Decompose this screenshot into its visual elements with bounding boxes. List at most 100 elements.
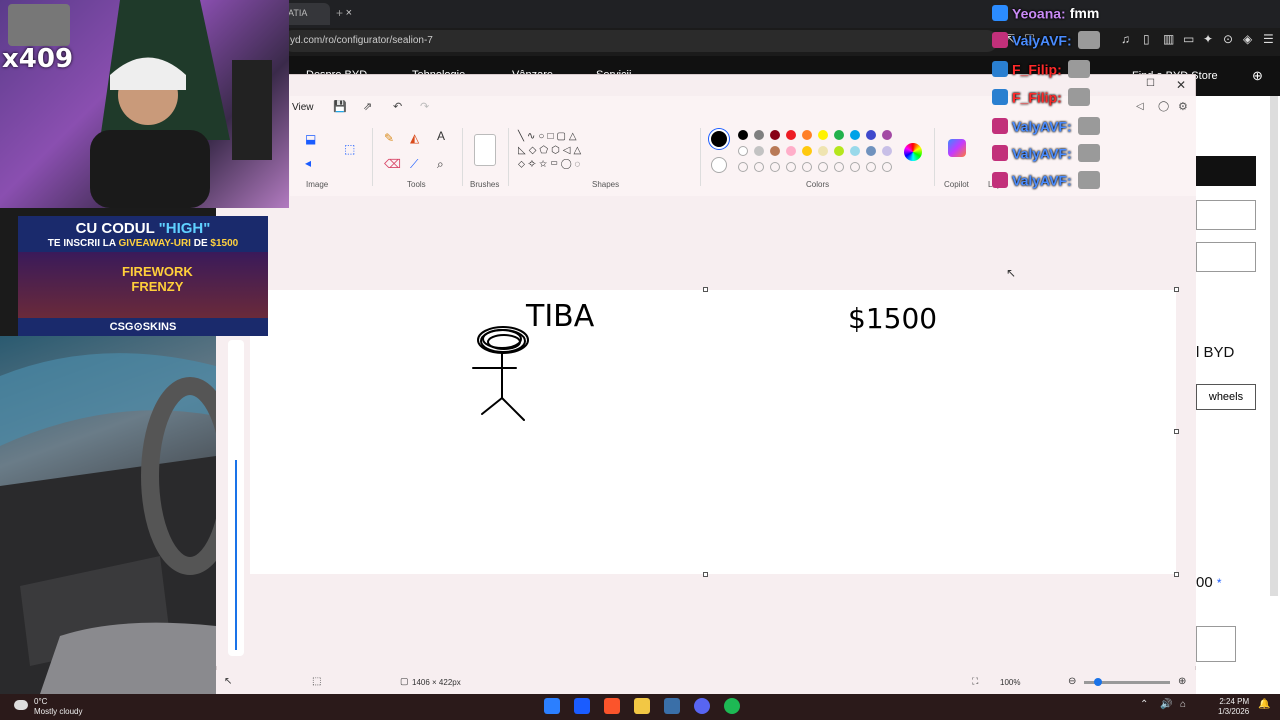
menu-icon[interactable]: ☰: [1263, 32, 1274, 46]
color-swatch[interactable]: [866, 130, 876, 140]
pencil-icon[interactable]: ✎: [384, 131, 394, 145]
bookmark-icon[interactable]: ▯: [1143, 32, 1150, 46]
color-swatch[interactable]: [786, 146, 796, 156]
site-option-box[interactable]: [1196, 200, 1256, 230]
eraser-icon[interactable]: ⌫: [384, 157, 401, 171]
drawing-canvas[interactable]: TIBA $1500: [250, 290, 1176, 574]
steam-icon[interactable]: [664, 698, 680, 714]
color-swatch[interactable]: [834, 130, 844, 140]
start-icon[interactable]: [544, 698, 560, 714]
color-swatch[interactable]: [738, 146, 748, 156]
share-icon[interactable]: ⇗: [363, 100, 372, 113]
extensions-icon[interactable]: ✦: [1203, 32, 1213, 46]
custom-color-slot[interactable]: [754, 162, 764, 172]
color-swatch[interactable]: [738, 130, 748, 140]
text-icon[interactable]: A: [437, 129, 445, 143]
color-swatch[interactable]: [770, 130, 780, 140]
volume-icon[interactable]: 🔊: [1160, 699, 1172, 710]
color-swatch[interactable]: [818, 146, 828, 156]
resize-handle[interactable]: [703, 572, 708, 577]
sidebar-icon[interactable]: ▥: [1163, 32, 1174, 46]
feedback-icon[interactable]: ◁: [1136, 101, 1144, 112]
notifications-icon[interactable]: 🔔: [1258, 699, 1270, 710]
resize-handle[interactable]: [1174, 429, 1179, 434]
save-icon[interactable]: 💾: [333, 100, 347, 113]
rotate-icon[interactable]: ◂: [305, 156, 311, 170]
taskbar-app-icon[interactable]: [574, 698, 590, 714]
settings-icon[interactable]: ⚙: [1178, 100, 1188, 113]
wheels-button[interactable]: wheels: [1196, 384, 1256, 410]
wallet-icon[interactable]: ▭: [1183, 32, 1194, 46]
tab-close-icon[interactable]: ×: [346, 7, 352, 19]
network-icon[interactable]: ⌂: [1180, 699, 1186, 710]
brave-icon[interactable]: [604, 698, 620, 714]
resize-handle[interactable]: [703, 287, 708, 292]
color-swatch[interactable]: [802, 146, 812, 156]
site-input-box[interactable]: [1196, 626, 1236, 662]
secondary-color[interactable]: [711, 157, 727, 173]
tray-chevron-icon[interactable]: ⌃: [1140, 699, 1148, 710]
redo-icon[interactable]: ↷: [420, 100, 429, 113]
promo-highlight: GIVEAWAY-URI: [118, 238, 191, 249]
address-bar[interactable]: yd.com/ro/configurator/sealion-7: [282, 30, 998, 52]
close-icon[interactable]: ✕: [1176, 78, 1186, 92]
brush-size-slider[interactable]: [228, 340, 244, 656]
crop-icon[interactable]: ⬚: [344, 142, 355, 156]
resize-handle[interactable]: [1174, 287, 1179, 292]
custom-color-slot[interactable]: [786, 162, 796, 172]
color-swatch[interactable]: [754, 146, 764, 156]
color-swatch[interactable]: [770, 146, 780, 156]
color-swatch[interactable]: [802, 130, 812, 140]
music-icon[interactable]: ♫: [1121, 32, 1130, 46]
select-icon[interactable]: ⬓: [305, 132, 316, 146]
color-swatch[interactable]: [786, 130, 796, 140]
color-swatch[interactable]: [754, 130, 764, 140]
color-swatch[interactable]: [850, 130, 860, 140]
new-tab-button[interactable]: +: [336, 6, 343, 20]
edit-colors-icon[interactable]: [904, 143, 922, 161]
page-scrollbar[interactable]: [1270, 96, 1278, 596]
custom-color-slot[interactable]: [770, 162, 780, 172]
color-swatch[interactable]: [834, 146, 844, 156]
shapes-gallery[interactable]: ╲∿○□▢△ ◺◇⬠⬡◁△ ⬦✧✩▭◯◌: [518, 130, 584, 172]
brush-button[interactable]: [474, 134, 496, 166]
color-picker-icon[interactable]: ⟋: [410, 157, 418, 172]
undo-icon[interactable]: ↶: [393, 100, 402, 113]
magnifier-icon[interactable]: ⌕: [437, 157, 444, 172]
leo-icon[interactable]: ◈: [1243, 32, 1252, 46]
taskbar-clock[interactable]: 2:24 PM 1/3/2026: [1218, 697, 1249, 717]
color-swatch[interactable]: [818, 130, 828, 140]
vpn-icon[interactable]: ⊙: [1223, 32, 1233, 46]
color-swatch[interactable]: [882, 130, 892, 140]
custom-color-slot[interactable]: [850, 162, 860, 172]
maximize-icon[interactable]: ☐: [1146, 78, 1155, 89]
taskbar-app-icon[interactable]: [724, 698, 740, 714]
color-swatch[interactable]: [850, 146, 860, 156]
zoom-level[interactable]: 100%: [1000, 678, 1020, 687]
site-option-box[interactable]: [1196, 242, 1256, 272]
custom-color-slot[interactable]: [834, 162, 844, 172]
browser-tab[interactable]: ATIA ×: [282, 3, 352, 25]
account-icon[interactable]: ◯: [1158, 101, 1169, 112]
zoom-slider-thumb[interactable]: [1094, 678, 1102, 686]
globe-icon[interactable]: ⊕: [1252, 68, 1263, 84]
fill-icon[interactable]: ◭: [410, 131, 419, 145]
custom-color-slot[interactable]: [882, 162, 892, 172]
weather-widget[interactable]: 0°C Mostly cloudy: [34, 697, 82, 717]
color-swatch[interactable]: [882, 146, 892, 156]
copilot-icon[interactable]: [948, 139, 966, 157]
color-swatch[interactable]: [866, 146, 876, 156]
folder-icon[interactable]: [634, 698, 650, 714]
custom-color-slot[interactable]: [738, 162, 748, 172]
divider: [508, 128, 509, 186]
primary-color[interactable]: [709, 129, 729, 149]
custom-color-slot[interactable]: [802, 162, 812, 172]
zoom-out-icon[interactable]: ⊖: [1068, 676, 1076, 687]
discord-icon[interactable]: [694, 698, 710, 714]
custom-color-slot[interactable]: [818, 162, 828, 172]
custom-color-slot[interactable]: [866, 162, 876, 172]
menu-view[interactable]: View: [292, 102, 314, 113]
fit-icon[interactable]: ⛶: [972, 676, 978, 687]
zoom-in-icon[interactable]: ⊕: [1178, 676, 1186, 687]
resize-handle[interactable]: [1174, 572, 1179, 577]
